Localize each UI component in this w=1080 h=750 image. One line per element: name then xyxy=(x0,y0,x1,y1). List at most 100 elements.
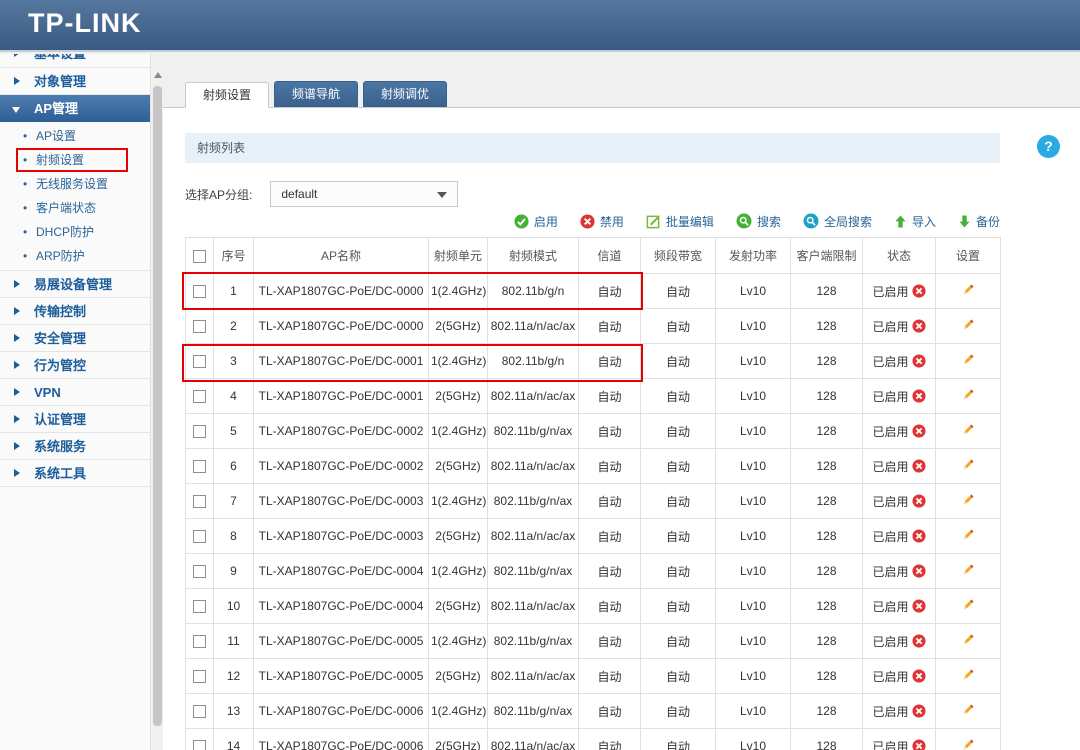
row-checkbox[interactable] xyxy=(193,600,206,613)
edit-settings-button[interactable] xyxy=(960,702,976,721)
edit-settings-button[interactable] xyxy=(960,632,976,651)
row-checkbox[interactable] xyxy=(193,530,206,543)
row-select-cell xyxy=(186,659,214,694)
row-checkbox[interactable] xyxy=(193,670,206,683)
edit-settings-button[interactable] xyxy=(960,387,976,406)
chevron-right-icon xyxy=(14,77,20,85)
ap-group-dropdown[interactable]: default xyxy=(270,181,458,207)
sidebar-item-label: 基本设置 xyxy=(34,54,86,61)
sidebar-subitem-DHCP防护[interactable]: •DHCP防护 xyxy=(0,220,150,244)
row-checkbox[interactable] xyxy=(193,355,206,368)
edit-settings-button[interactable] xyxy=(960,597,976,616)
radio-mode-cell: 802.11a/n/ac/ax xyxy=(488,659,579,694)
row-checkbox[interactable] xyxy=(193,390,206,403)
row-checkbox[interactable] xyxy=(193,285,206,298)
row-index-cell: 9 xyxy=(214,554,254,589)
sidebar-subitem-ARP防护[interactable]: •ARP防护 xyxy=(0,244,150,268)
toolbar-button-批量编辑[interactable]: 批量编辑 xyxy=(646,213,714,230)
toolbar-button-备份[interactable]: 备份 xyxy=(958,213,1000,230)
ap-group-label: 选择AP分组: xyxy=(185,186,252,203)
row-select-cell xyxy=(186,484,214,519)
table-row: 13TL-XAP1807GC-PoE/DC-00061(2.4GHz)802.1… xyxy=(186,694,1001,729)
sidebar-item-label: 认证管理 xyxy=(34,412,86,427)
sidebar-item-系统服务[interactable]: 系统服务 xyxy=(0,433,150,460)
row-index-cell: 11 xyxy=(214,624,254,659)
row-checkbox[interactable] xyxy=(193,705,206,718)
sidebar-menu: 基本设置 对象管理AP管理•AP设置•射频设置•无线服务设置•客户端状态•DHC… xyxy=(0,54,150,487)
toolbar-button-禁用[interactable]: 禁用 xyxy=(580,213,624,230)
help-button[interactable]: ? xyxy=(1037,135,1060,158)
toolbar-button-全局搜索[interactable]: 全局搜索 xyxy=(803,213,872,230)
edit-settings-button[interactable] xyxy=(960,422,976,441)
edit-settings-button[interactable] xyxy=(960,737,976,750)
settings-cell xyxy=(936,694,1001,729)
sidebar: 基本设置 对象管理AP管理•AP设置•射频设置•无线服务设置•客户端状态•DHC… xyxy=(0,54,163,750)
row-checkbox[interactable] xyxy=(193,320,206,333)
sidebar-item-对象管理[interactable]: 对象管理 xyxy=(0,68,150,95)
row-checkbox[interactable] xyxy=(193,740,206,750)
sidebar-item-AP管理[interactable]: AP管理 xyxy=(0,95,150,122)
radio-mode-cell: 802.11b/g/n/ax xyxy=(488,414,579,449)
edit-settings-button[interactable] xyxy=(960,492,976,511)
status-cell: 已启用 xyxy=(863,729,936,750)
row-index-cell: 1 xyxy=(214,274,254,309)
sidebar-subitem-客户端状态[interactable]: •客户端状态 xyxy=(0,196,150,220)
sidebar-item-basic-settings[interactable]: 基本设置 xyxy=(0,54,150,67)
row-select-cell xyxy=(186,729,214,750)
ap-group-selected-value: default xyxy=(281,187,317,201)
status-disable-cross-icon xyxy=(912,284,926,298)
row-select-cell xyxy=(186,554,214,589)
ap-name-cell: TL-XAP1807GC-PoE/DC-0002 xyxy=(254,414,429,449)
sidebar-subitem-射频设置[interactable]: •射频设置 xyxy=(16,148,128,172)
edit-pencil-icon xyxy=(960,387,976,403)
status-cell: 已启用 xyxy=(863,659,936,694)
row-index-cell: 5 xyxy=(214,414,254,449)
toolbar-button-搜索[interactable]: 搜索 xyxy=(736,213,781,230)
sidebar-scrollbar[interactable] xyxy=(150,54,163,750)
sidebar-item-认证管理[interactable]: 认证管理 xyxy=(0,406,150,433)
status-cell: 已启用 xyxy=(863,309,936,344)
row-checkbox[interactable] xyxy=(193,425,206,438)
sidebar-item-行为管控[interactable]: 行为管控 xyxy=(0,352,150,379)
sidebar-subitem-AP设置[interactable]: •AP设置 xyxy=(0,124,150,148)
row-checkbox[interactable] xyxy=(193,565,206,578)
scrollbar-thumb[interactable] xyxy=(153,86,162,726)
toolbar-button-导入[interactable]: 导入 xyxy=(894,213,936,230)
edit-settings-button[interactable] xyxy=(960,667,976,686)
main-area: 射频设置频谱导航射频调优 ? 射频列表 选择AP分组: default 启用禁用… xyxy=(163,52,1080,750)
edit-settings-button[interactable] xyxy=(960,282,976,301)
row-checkbox[interactable] xyxy=(193,460,206,473)
status-label: 已启用 xyxy=(872,493,908,510)
sidebar-item-安全管理[interactable]: 安全管理 xyxy=(0,325,150,352)
toolbar-button-启用[interactable]: 启用 xyxy=(514,213,558,230)
status-badge: 已启用 xyxy=(865,633,933,650)
select-all-checkbox[interactable] xyxy=(193,250,206,263)
table-row: 3TL-XAP1807GC-PoE/DC-00011(2.4GHz)802.11… xyxy=(186,344,1001,379)
radio-unit-cell: 2(5GHz) xyxy=(429,659,488,694)
tab-射频设置[interactable]: 射频设置 xyxy=(185,82,269,108)
column-header-射频单元: 射频单元 xyxy=(429,238,488,274)
sidebar-item-易展设备管理[interactable]: 易展设备管理 xyxy=(0,271,150,298)
edit-settings-button[interactable] xyxy=(960,562,976,581)
sidebar-item-传输控制[interactable]: 传输控制 xyxy=(0,298,150,325)
row-checkbox[interactable] xyxy=(193,635,206,648)
edit-settings-button[interactable] xyxy=(960,317,976,336)
disable-cross-icon xyxy=(580,214,595,229)
edit-settings-button[interactable] xyxy=(960,457,976,476)
sidebar-item-系统工具[interactable]: 系统工具 xyxy=(0,460,150,487)
edit-settings-button[interactable] xyxy=(960,527,976,546)
column-header-信道: 信道 xyxy=(579,238,641,274)
tx-power-cell: Lv10 xyxy=(716,659,791,694)
sidebar-subitem-无线服务设置[interactable]: •无线服务设置 xyxy=(0,172,150,196)
row-checkbox[interactable] xyxy=(193,495,206,508)
sidebar-item-clipped[interactable]: 基本设置 xyxy=(0,54,150,68)
status-label: 已启用 xyxy=(872,598,908,615)
edit-settings-button[interactable] xyxy=(960,352,976,371)
sidebar-subitem-label: DHCP防护 xyxy=(36,225,94,239)
scroll-up-arrow-icon[interactable] xyxy=(154,72,162,78)
row-select-cell xyxy=(186,274,214,309)
sidebar-item-label: 行为管控 xyxy=(34,358,86,373)
tab-射频调优[interactable]: 射频调优 xyxy=(363,81,447,107)
sidebar-item-VPN[interactable]: VPN xyxy=(0,379,150,406)
tab-频谱导航[interactable]: 频谱导航 xyxy=(274,81,358,107)
